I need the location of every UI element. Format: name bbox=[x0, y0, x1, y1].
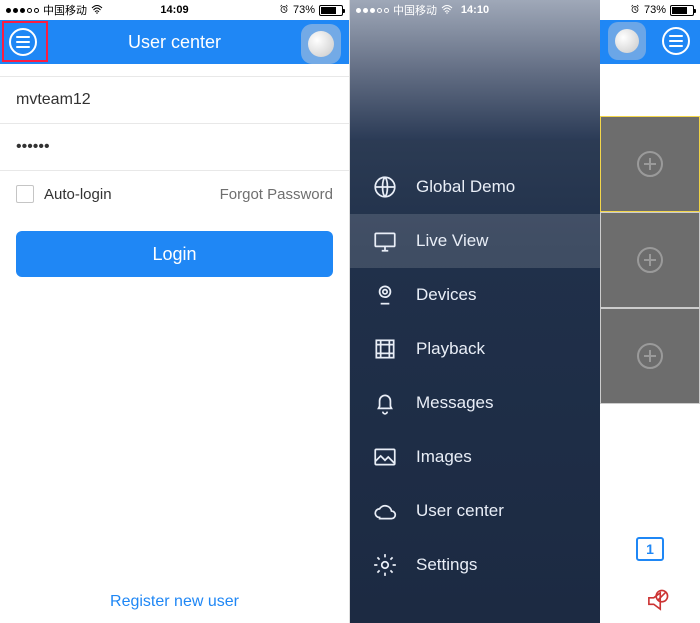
header-bar: User center bbox=[0, 20, 349, 64]
drawer-item-label: Global Demo bbox=[416, 177, 515, 197]
camera-slot-3[interactable] bbox=[600, 308, 700, 404]
drawer-item-label: User center bbox=[416, 501, 504, 521]
username-row bbox=[0, 76, 349, 124]
status-bar: 中国移动 14:10 bbox=[350, 0, 600, 20]
clock-label: 14:10 bbox=[461, 4, 489, 16]
layout-toolbar: 1 bbox=[600, 529, 700, 569]
wifi-icon bbox=[441, 4, 453, 17]
login-button[interactable]: Login bbox=[16, 231, 333, 277]
globe-icon bbox=[372, 174, 398, 200]
drawer-item-messages[interactable]: Messages bbox=[350, 376, 600, 430]
drawer-header-image bbox=[350, 0, 600, 140]
auto-login-label: Auto-login bbox=[44, 186, 112, 203]
assistive-orb-icon bbox=[308, 31, 334, 57]
mute-icon[interactable] bbox=[644, 588, 670, 619]
drawer-item-global-demo[interactable]: Global Demo bbox=[350, 160, 600, 214]
add-icon bbox=[637, 343, 663, 369]
options-row: Auto-login Forgot Password bbox=[0, 171, 349, 217]
navigation-drawer: 中国移动 14:10 Global Demo Live View bbox=[350, 0, 600, 623]
add-icon bbox=[637, 247, 663, 273]
status-bar-right: 73% bbox=[600, 0, 700, 20]
alarm-icon bbox=[630, 4, 640, 17]
menu-button[interactable] bbox=[6, 25, 40, 59]
hamburger-icon bbox=[662, 27, 690, 55]
drawer-item-live-view[interactable]: Live View bbox=[350, 214, 600, 268]
cloud-icon bbox=[372, 498, 398, 524]
register-link[interactable]: Register new user bbox=[0, 593, 349, 611]
assistive-touch-button[interactable] bbox=[608, 22, 646, 60]
signal-dots-icon bbox=[6, 8, 39, 13]
image-icon bbox=[372, 444, 398, 470]
phone-drawer-screen: 1 中国移动 14:10 bbox=[350, 0, 700, 623]
drawer-item-label: Settings bbox=[416, 555, 477, 575]
drawer-item-settings[interactable]: Settings bbox=[350, 538, 600, 592]
film-icon bbox=[372, 336, 398, 362]
add-icon bbox=[637, 151, 663, 177]
drawer-item-playback[interactable]: Playback bbox=[350, 322, 600, 376]
camera-icon bbox=[372, 282, 398, 308]
carrier-label: 中国移动 bbox=[393, 2, 437, 18]
battery-icon bbox=[319, 5, 343, 16]
auto-login-checkbox[interactable]: Auto-login bbox=[16, 185, 112, 203]
battery-percent: 73% bbox=[293, 4, 315, 16]
battery-percent: 73% bbox=[644, 4, 666, 16]
monitor-icon bbox=[372, 228, 398, 254]
assistive-orb-icon bbox=[615, 29, 639, 53]
camera-slot-2[interactable] bbox=[600, 212, 700, 308]
status-bar: 中国移动 14:09 73% bbox=[0, 0, 349, 20]
page-title: User center bbox=[128, 32, 221, 53]
username-input[interactable] bbox=[16, 91, 333, 109]
checkbox-icon bbox=[16, 185, 34, 203]
assistive-touch-button[interactable] bbox=[301, 24, 341, 64]
drawer-item-user-center[interactable]: User center bbox=[350, 484, 600, 538]
clock-label: 14:09 bbox=[160, 4, 188, 16]
password-input[interactable] bbox=[16, 138, 333, 156]
password-row bbox=[0, 124, 349, 171]
drawer-menu: Global Demo Live View Devices Playback M… bbox=[350, 160, 600, 592]
drawer-item-images[interactable]: Images bbox=[350, 430, 600, 484]
camera-grid bbox=[600, 64, 700, 404]
audio-toolbar bbox=[622, 587, 692, 619]
drawer-item-label: Images bbox=[416, 447, 472, 467]
drawer-item-label: Playback bbox=[416, 339, 485, 359]
drawer-item-devices[interactable]: Devices bbox=[350, 268, 600, 322]
menu-button[interactable] bbox=[662, 27, 692, 57]
battery-icon bbox=[670, 5, 694, 16]
drawer-item-label: Devices bbox=[416, 285, 476, 305]
phone-login-screen: 中国移动 14:09 73% User center bbox=[0, 0, 350, 623]
bell-icon bbox=[372, 390, 398, 416]
signal-dots-icon bbox=[356, 8, 389, 13]
hamburger-icon bbox=[9, 28, 37, 56]
gear-icon bbox=[372, 552, 398, 578]
layout-1-button[interactable]: 1 bbox=[636, 537, 664, 561]
forgot-password-link[interactable]: Forgot Password bbox=[220, 186, 333, 203]
drawer-item-label: Messages bbox=[416, 393, 493, 413]
drawer-item-label: Live View bbox=[416, 231, 488, 251]
carrier-label: 中国移动 bbox=[43, 2, 87, 18]
wifi-icon bbox=[91, 4, 103, 17]
camera-slot-1[interactable] bbox=[600, 116, 700, 212]
alarm-icon bbox=[279, 4, 289, 17]
